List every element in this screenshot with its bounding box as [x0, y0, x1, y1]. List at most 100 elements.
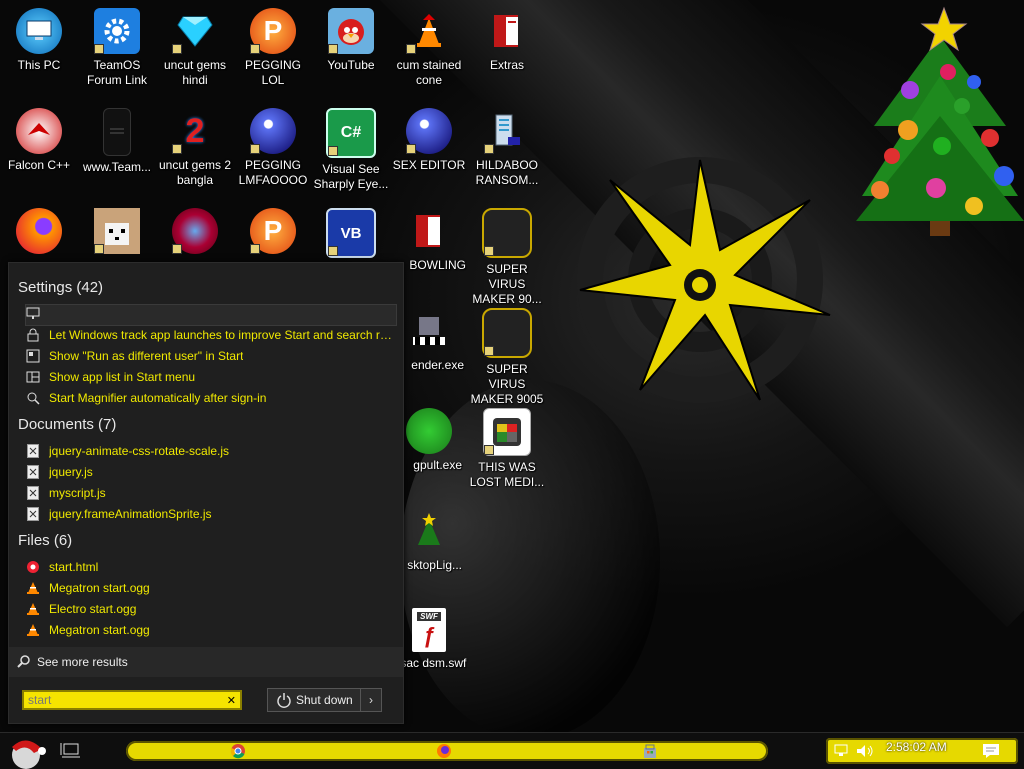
js-file-icon	[25, 506, 41, 522]
document-result[interactable]: jquery.frameAnimationSprite.js	[25, 504, 395, 524]
start-button[interactable]	[4, 733, 52, 769]
task-view-icon[interactable]	[60, 741, 82, 761]
document-result[interactable]: jquery-animate-css-rotate-scale.js	[25, 441, 395, 461]
result-label: start.html	[49, 560, 99, 574]
desktop-icon-cum-stained-cone[interactable]: cum stained cone	[390, 8, 468, 88]
settings-result-magnifier[interactable]: Start Magnifier automatically after sign…	[25, 388, 395, 408]
js-file-icon	[25, 464, 41, 480]
peggle-icon: P	[250, 8, 296, 54]
vlc-cone-icon	[406, 8, 452, 54]
start-search-input[interactable]: start ✕	[22, 690, 242, 710]
result-label: myscript.js	[49, 486, 106, 500]
network-icon[interactable]	[834, 744, 850, 758]
file-result[interactable]: Megatron start.ogg	[25, 578, 395, 598]
desktop-icon-this-was-lost-media[interactable]: THIS WAS LOST MEDI...	[468, 408, 546, 490]
lock-icon	[25, 327, 41, 343]
desktop-icon-hildaboo[interactable]: HILDABOO RANSOM...	[468, 108, 546, 188]
desktop-icon-pixel-dog[interactable]	[78, 208, 156, 254]
document-result[interactable]: jquery.js	[25, 462, 395, 482]
desktop-icon-teamos[interactable]: TeamOS Forum Link	[78, 8, 156, 88]
volume-icon[interactable]	[856, 744, 874, 758]
app-list-icon	[25, 369, 41, 385]
js-file-icon	[25, 443, 41, 459]
settings-result-run-as[interactable]: Show "Run as different user" in Start	[25, 346, 395, 366]
power-options-arrow[interactable]: ›	[360, 689, 381, 711]
wallpaper-emblem	[577, 157, 831, 403]
desktop-icon-extras[interactable]: Extras	[468, 8, 546, 73]
document-result[interactable]: myscript.js	[25, 483, 395, 503]
desktop-icon-peggle-2[interactable]: P	[234, 208, 312, 254]
clear-search-icon[interactable]: ✕	[227, 694, 236, 707]
csharp-icon: C#	[326, 108, 376, 158]
search-icon	[17, 654, 31, 671]
desktop-icon-label: uncut gems 2 bangla	[158, 158, 232, 187]
falcon-icon	[16, 108, 62, 154]
monitor-icon	[16, 8, 62, 54]
desktop-icon-super-virus-90[interactable]: SUPER VIRUS MAKER 90...	[468, 208, 546, 307]
taskbar-clock[interactable]: 2:58:02 AM	[886, 740, 947, 754]
desktop-icon-label: cum stained cone	[396, 58, 462, 87]
firefox-icon[interactable]	[436, 743, 452, 759]
desktop-icon-pegging-lol[interactable]: P PEGGING LOL	[234, 8, 312, 88]
desktop-icon-label: TeamOS Forum Link	[86, 58, 148, 87]
desktop-icon-this-pc[interactable]: This PC	[0, 8, 78, 73]
see-more-results-button[interactable]: See more results	[9, 647, 403, 677]
start-menu-settings-icon	[25, 348, 41, 364]
power-icon	[276, 692, 292, 708]
taskbar-app-strip	[126, 741, 768, 761]
firefox-icon	[16, 208, 62, 254]
desktop-icon-gem-refresh[interactable]	[156, 208, 234, 254]
swf-file-icon: SWF ƒ	[412, 608, 446, 652]
virus-maker-icon	[482, 208, 532, 258]
tree-icon	[406, 508, 452, 554]
book-icon	[406, 208, 452, 254]
desktop-icon-label: THIS WAS LOST MEDI...	[469, 460, 545, 489]
christmas-tree-decoration	[856, 6, 1024, 236]
pixel-dog-icon	[94, 208, 140, 254]
result-label: Let Windows track app launches to improv…	[49, 328, 395, 342]
magnifier-icon	[25, 390, 41, 406]
shut-down-button[interactable]: Shut down ›	[267, 688, 382, 712]
file-result[interactable]: Electro start.ogg	[25, 599, 395, 619]
desktop-icon-super-virus-9005[interactable]: SUPER VIRUS MAKER 9005	[468, 308, 546, 407]
result-label: jquery.frameAnimationSprite.js	[49, 507, 212, 521]
frog-icon	[406, 408, 452, 454]
desktop-icon-label: Extras	[489, 58, 524, 72]
notifications-icon[interactable]	[982, 743, 1000, 759]
desktop-icon-uncut-gems-hindi[interactable]: uncut gems hindi	[156, 8, 234, 88]
result-label: Show app list in Start menu	[49, 370, 196, 384]
orb-icon	[406, 108, 452, 154]
html-file-icon	[25, 559, 41, 575]
shut-down-label: Shut down	[296, 693, 353, 707]
desktop-icon-www-team[interactable]: www.Team...	[78, 108, 156, 175]
file-result[interactable]: start.html	[25, 557, 395, 577]
media-cube-icon	[483, 408, 531, 456]
result-label: jquery-animate-css-rotate-scale.js	[49, 444, 230, 458]
js-file-icon	[25, 485, 41, 501]
desktop-icon-label: SUPER VIRUS MAKER 90...	[472, 262, 542, 306]
result-label: Start Magnifier automatically after sign…	[49, 391, 267, 405]
result-label: jquery.js	[49, 465, 93, 479]
desktop-icon-youtube[interactable]: YouTube	[312, 8, 390, 73]
chrome-icon[interactable]	[230, 743, 246, 759]
desktop-icon-visual-see-sharply[interactable]: C# Visual See Sharply Eye...	[312, 108, 390, 192]
desktop-icon-label: SUPER VIRUS MAKER 9005	[470, 362, 544, 406]
desktop-icon-sex-editor[interactable]: SEX EDITOR	[390, 108, 468, 173]
desktop-icon-vb[interactable]: VB	[312, 208, 390, 258]
desktop-icon-pegging-lmfao[interactable]: PEGGING LMFAOOOO	[234, 108, 312, 188]
settings-result-track-launches[interactable]: Let Windows track app launches to improv…	[25, 325, 395, 345]
desktop-icon-label: HILDABOO RANSOM...	[475, 158, 539, 187]
desktop-icon-falcon-cpp[interactable]: Falcon C++	[0, 108, 78, 173]
settings-result-app-list[interactable]: Show app list in Start menu	[25, 367, 395, 387]
virus-maker-icon	[482, 308, 532, 358]
desktop-icon-firefox[interactable]	[0, 208, 78, 254]
see-more-label: See more results	[37, 655, 128, 669]
store-icon[interactable]	[642, 743, 658, 759]
number-two-icon: 2	[172, 108, 218, 154]
settings-result-highlighted[interactable]	[25, 304, 395, 324]
file-result[interactable]: Megatron start.ogg	[25, 620, 395, 640]
desktop-icon-uncut-gems-2[interactable]: 2 uncut gems 2 bangla	[156, 108, 234, 188]
desktop-icon-label: PEGGING LOL	[244, 58, 301, 87]
start-search-panel: Settings (42) Let Windows track app laun…	[8, 262, 404, 724]
files-heading: Files (6)	[18, 532, 73, 549]
